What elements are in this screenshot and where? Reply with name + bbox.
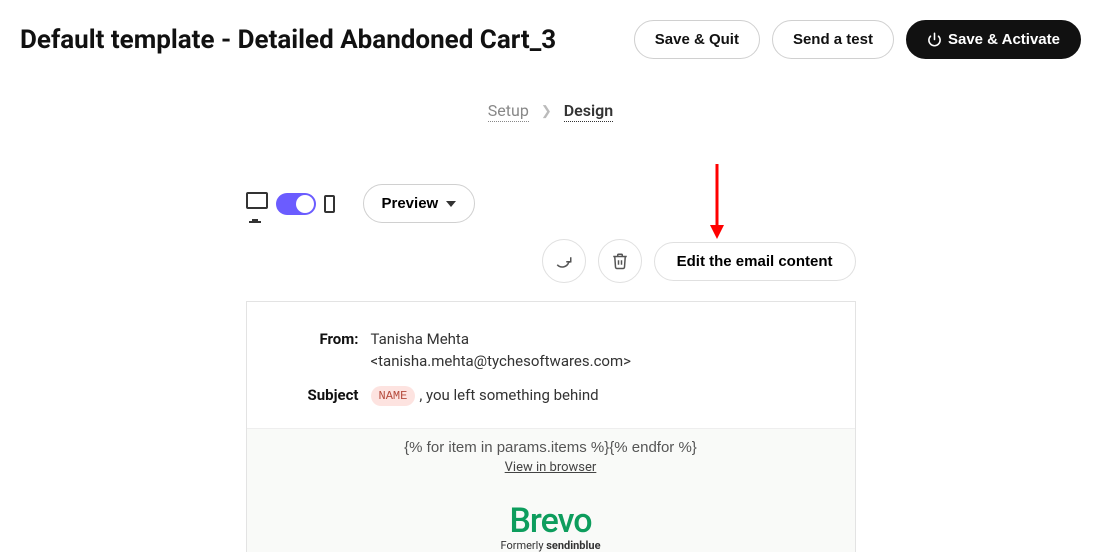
power-icon [927,32,942,47]
from-email: <tanisha.mehta@tychesoftwares.com> [371,352,631,370]
subject-row: Subject NAME, you left something behind [295,386,807,406]
from-name: Tanisha Mehta [371,330,469,348]
send-test-button[interactable]: Send a test [772,20,894,59]
redo-icon [555,252,573,270]
breadcrumb: Setup ❯ Design [0,101,1101,122]
subject-value: NAME, you left something behind [371,386,599,406]
header: Default template - Detailed Abandoned Ca… [0,0,1101,69]
device-controls [246,192,335,216]
toggle-knob [296,195,314,213]
edit-email-button[interactable]: Edit the email content [654,242,856,281]
caret-down-icon [446,201,456,207]
from-email-row: <tanisha.mehta@tychesoftwares.com> [295,352,807,370]
merge-tag-badge: NAME [371,386,416,406]
brevo-logo: Brevo [247,501,855,541]
save-activate-button[interactable]: Save & Activate [906,20,1081,59]
preview-header: From: Tanisha Mehta <tanisha.mehta@tyche… [247,302,855,428]
email-preview-panel: From: Tanisha Mehta <tanisha.mehta@tyche… [246,301,856,552]
mobile-icon[interactable] [324,195,335,213]
annotation-arrow-icon [702,159,732,249]
brevo-sub-bold: sendinblue [546,539,600,552]
from-row: From: Tanisha Mehta [295,330,807,348]
action-row: Edit the email content [246,239,856,283]
page-title: Default template - Detailed Abandoned Ca… [20,25,556,55]
subject-text: , you left something behind [419,386,598,404]
from-label: From: [295,330,371,348]
preview-button[interactable]: Preview [363,184,476,223]
redo-button[interactable] [542,239,586,283]
breadcrumb-setup[interactable]: Setup [488,101,529,122]
header-actions: Save & Quit Send a test Save & Activate [634,20,1081,59]
save-activate-label: Save & Activate [948,31,1060,48]
toolbar-row: Preview [246,184,856,223]
email-body: {% for item in params.items %}{% endfor … [247,428,855,552]
trash-icon [611,252,629,270]
save-quit-button[interactable]: Save & Quit [634,20,760,59]
brevo-sub-prefix: Formerly [500,539,546,552]
chevron-right-icon: ❯ [541,104,552,119]
preview-label: Preview [382,195,439,212]
desktop-icon[interactable] [246,192,268,216]
template-loop-text: {% for item in params.items %}{% endfor … [247,439,855,456]
device-toggle[interactable] [276,193,316,215]
subject-label: Subject [295,386,371,406]
view-in-browser-link[interactable]: View in browser [505,460,597,475]
brevo-subtext: Formerly sendinblue [247,539,855,552]
breadcrumb-design[interactable]: Design [564,101,613,122]
delete-button[interactable] [598,239,642,283]
